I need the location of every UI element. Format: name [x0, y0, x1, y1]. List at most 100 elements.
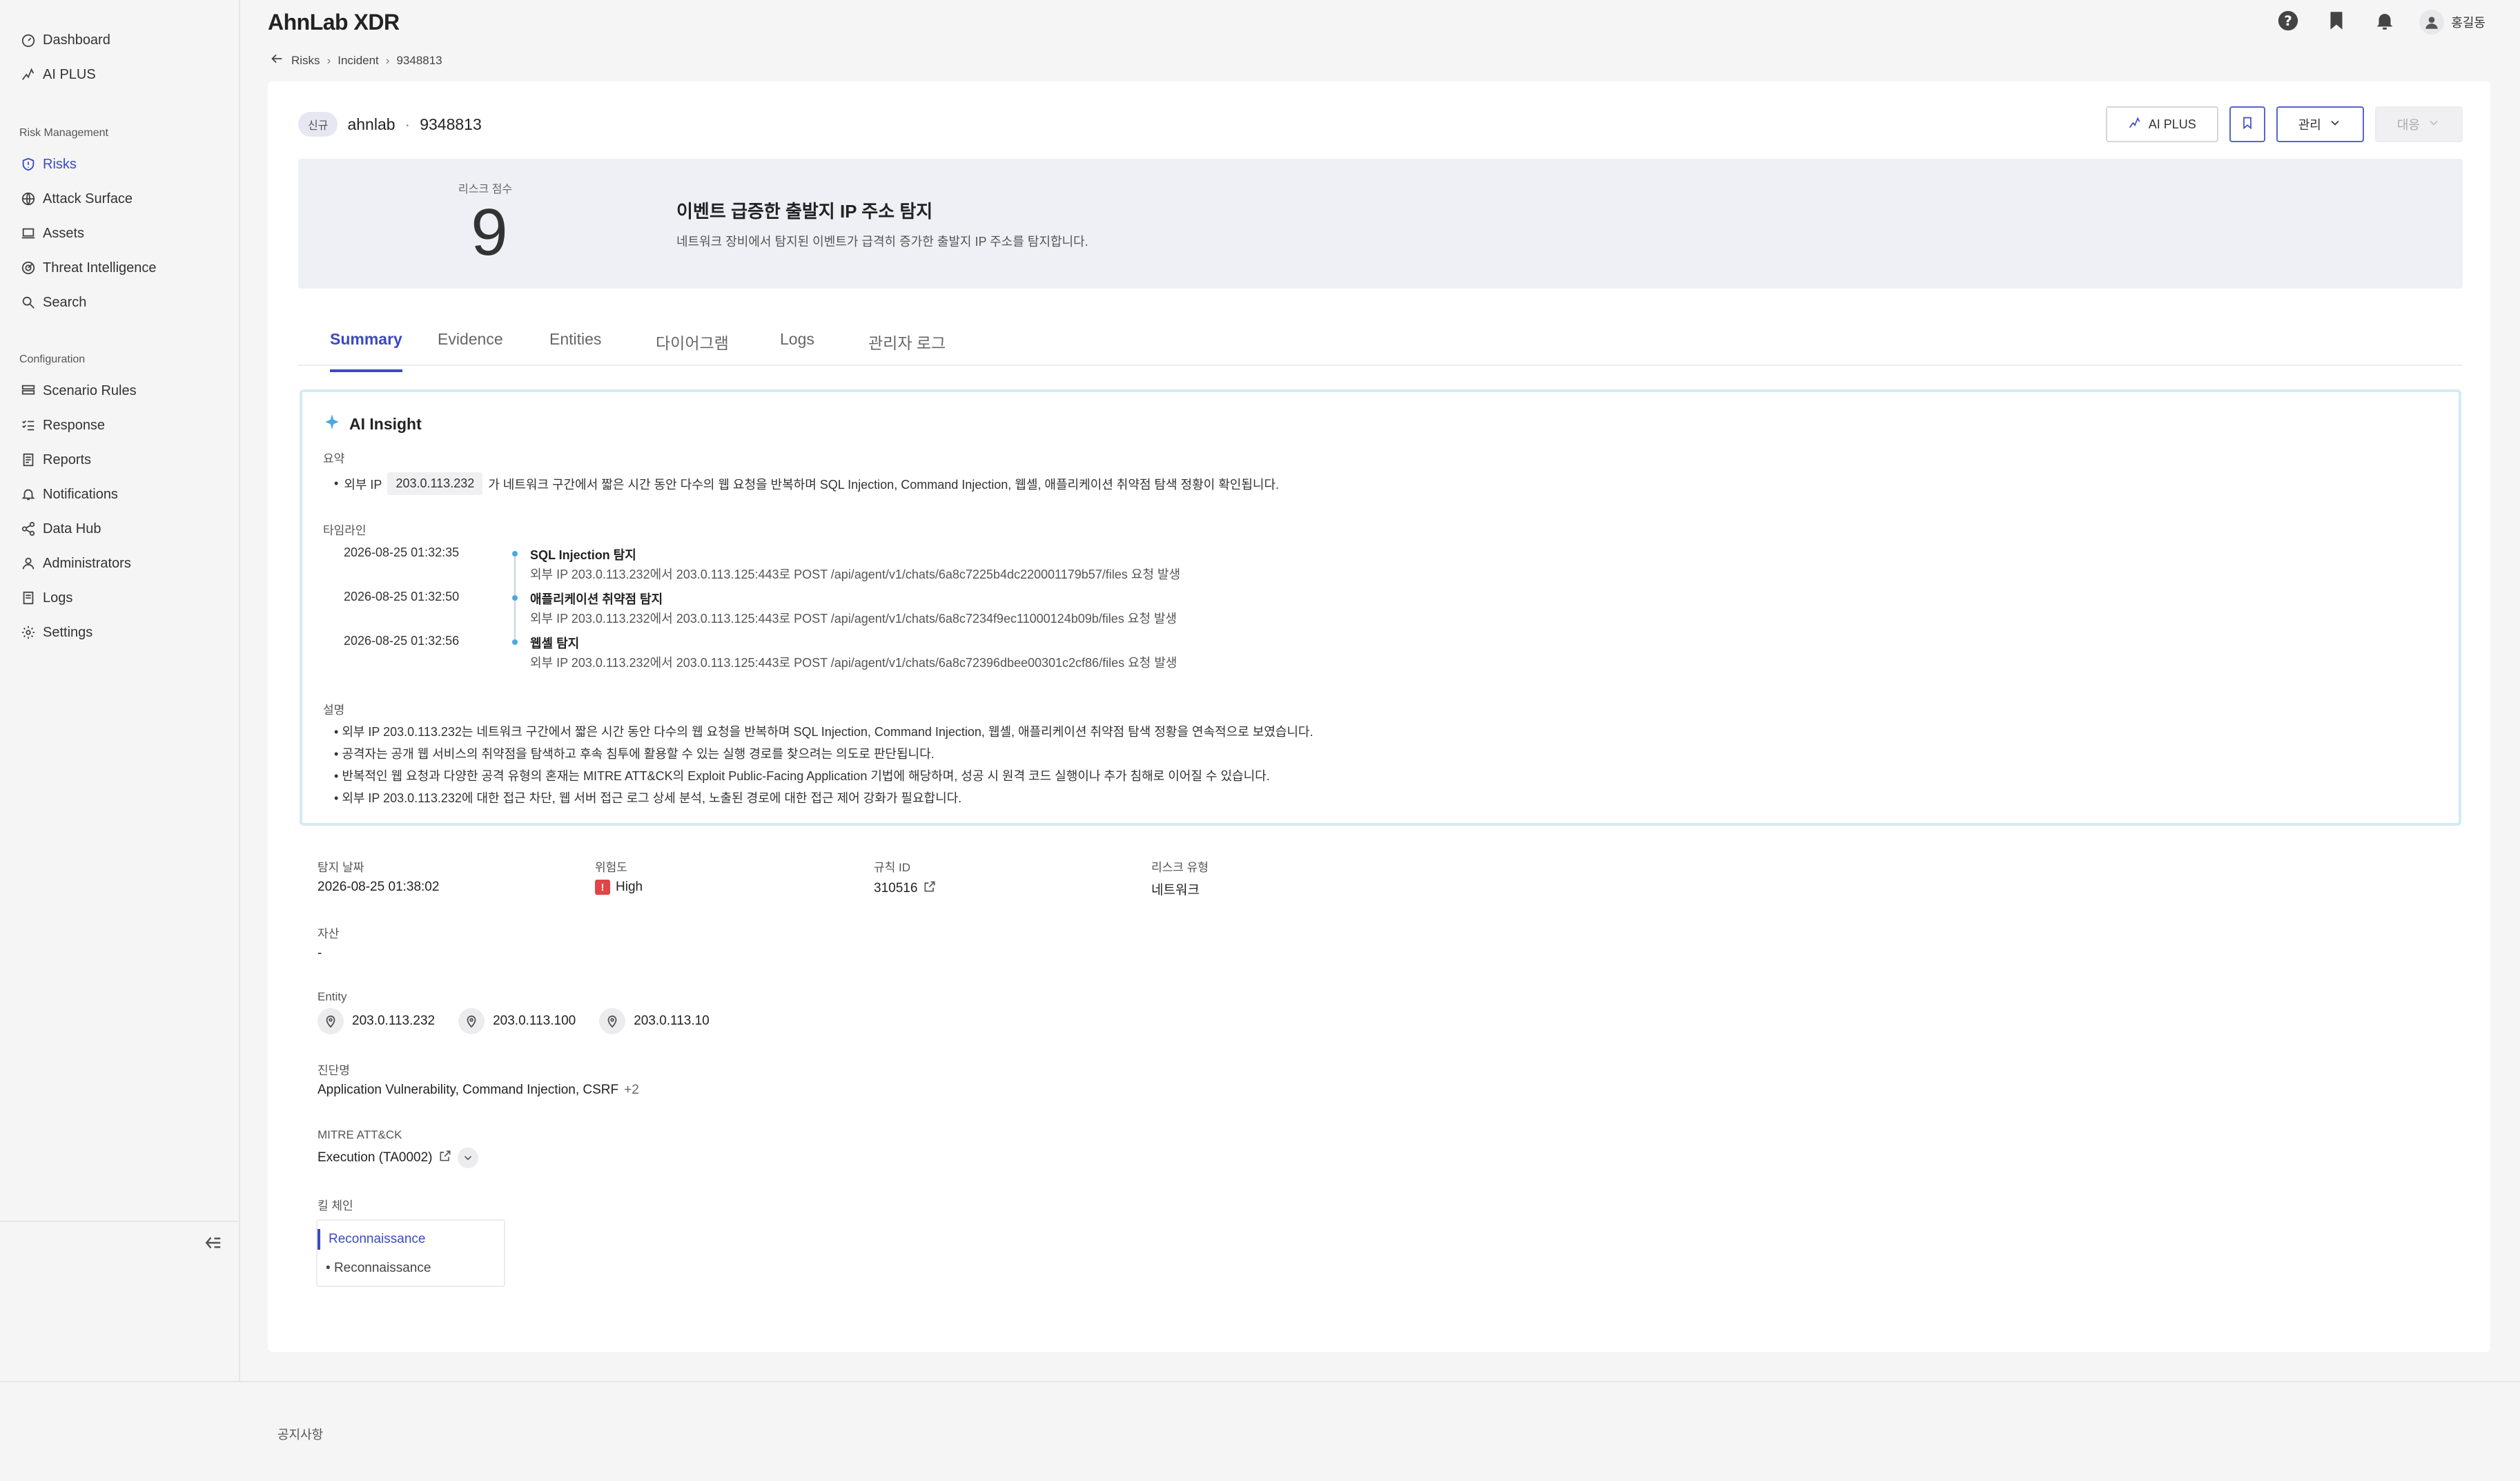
diagnosis-value: Application Vulnerability, Command Injec… — [318, 1083, 639, 1098]
breadcrumb: Risks › Incident › 9348813 — [269, 51, 442, 70]
sidebar-item-assets[interactable]: Assets — [19, 220, 84, 247]
header-actions: ? 홍길동 — [2274, 8, 2485, 36]
kill-chain-active[interactable]: Reconnaissance — [318, 1229, 425, 1250]
notice-link[interactable]: 공지사항 — [277, 1425, 323, 1443]
tab-admin-logs[interactable]: 관리자 로그 — [868, 330, 946, 374]
sidebar-item-response[interactable]: Response — [19, 412, 105, 439]
mitre-label: MITRE ATT&CK — [318, 1128, 402, 1141]
laptop-icon — [19, 224, 37, 242]
tab-summary[interactable]: Summary — [330, 330, 402, 372]
collapse-sidebar-button[interactable] — [200, 1232, 225, 1257]
timeline-title: SQL Injection 탐지 — [530, 548, 636, 562]
location-pin-icon — [599, 1008, 626, 1034]
sparkle-icon — [323, 413, 341, 435]
sidebar-item-settings[interactable]: Settings — [19, 619, 92, 646]
gauge-icon — [19, 31, 37, 49]
sidebar-divider — [0, 1221, 239, 1222]
back-button[interactable] — [269, 51, 284, 70]
tab-diagram[interactable]: 다이어그램 — [656, 330, 729, 374]
explanation-label: 설명 — [323, 704, 345, 717]
more-count[interactable]: +2 — [624, 1083, 639, 1098]
risk-title: 이벤트 급증한 출발지 IP 주소 탐지 — [676, 201, 933, 222]
sidebar-item-scenario-rules[interactable]: Scenario Rules — [19, 377, 137, 405]
ip-chip[interactable]: 203.0.113.232 — [387, 472, 483, 495]
sidebar-item-search[interactable]: Search — [19, 289, 86, 316]
mitre-value: Execution (TA0002) — [318, 1148, 478, 1168]
risk-score-label: 리스크 점수 — [458, 184, 513, 195]
checklist-icon — [19, 416, 37, 434]
chevron-right-icon: › — [326, 53, 331, 67]
user-icon — [19, 554, 37, 572]
stack-icon — [19, 382, 37, 400]
avatar — [2419, 10, 2445, 35]
incident-header: 신규 ahnlab · 9348813 — [298, 112, 482, 137]
timeline-time: 2026-08-25 01:32:50 — [344, 590, 460, 603]
expand-button[interactable] — [457, 1148, 478, 1168]
bullet: • — [334, 476, 339, 490]
footer-divider — [0, 1381, 2520, 1382]
help-icon: ? — [2276, 9, 2300, 36]
sidebar-item-dashboard[interactable]: Dashboard — [19, 26, 110, 54]
timeline-detail: 외부 IP 203.0.113.232에서 203.0.113.125:443로… — [530, 612, 1177, 626]
rule-id-label: 규칙 ID — [874, 861, 911, 874]
user-menu[interactable]: 홍길동 — [2419, 10, 2485, 35]
ai-insight-title: AI Insight — [323, 413, 422, 435]
shield-icon — [19, 155, 37, 173]
incident-actions: AI PLUS 관리 대응 — [2105, 106, 2463, 142]
sidebar-item-notifications[interactable]: Notifications — [19, 481, 118, 508]
chevron-down-icon — [2328, 116, 2342, 133]
sparkle-icon — [19, 66, 37, 84]
sidebar-item-administrators[interactable]: Administrators — [19, 550, 131, 577]
bookmark-icon — [2325, 9, 2348, 36]
bookmark-button[interactable] — [2323, 8, 2350, 36]
external-link-icon[interactable] — [923, 880, 937, 898]
ai-plus-button[interactable]: AI PLUS — [2105, 106, 2218, 142]
breadcrumb-incident[interactable]: Incident — [338, 54, 379, 68]
rule-id-value[interactable]: 310516 — [874, 880, 937, 898]
tab-logs[interactable]: Logs — [780, 330, 814, 369]
help-button[interactable]: ? — [2274, 8, 2302, 36]
timeline-detail: 외부 IP 203.0.113.232에서 203.0.113.125:443로… — [530, 568, 1181, 581]
sidebar-item-logs[interactable]: Logs — [19, 584, 72, 612]
tab-evidence[interactable]: Evidence — [438, 330, 503, 369]
globe-icon — [19, 190, 37, 208]
entity-chip[interactable]: 203.0.113.10 — [599, 1008, 710, 1034]
entity-list: 203.0.113.232 203.0.113.100 203.0.113.10 — [318, 1008, 727, 1034]
status-badge: 신규 — [298, 112, 338, 137]
timeline-title: 애플리케이션 취약점 탐지 — [530, 592, 663, 606]
manage-dropdown[interactable]: 관리 — [2276, 106, 2364, 142]
severity-value: ! High — [595, 880, 643, 895]
incident-card: 신규 ahnlab · 9348813 AI PLUS 관리 대응 리스크 점수… — [268, 81, 2490, 1352]
tab-entities[interactable]: Entities — [549, 330, 601, 369]
asset-value: - — [318, 946, 322, 960]
entity-chip[interactable]: 203.0.113.232 — [318, 1008, 435, 1034]
tab-bar: Summary Evidence Entities 다이어그램 Logs 관리자… — [298, 316, 2463, 372]
app-title[interactable]: AhnLab XDR — [268, 10, 400, 35]
sidebar-item-threat-intelligence[interactable]: Threat Intelligence — [19, 254, 157, 282]
chevron-down-icon — [464, 1156, 471, 1161]
timeline-time: 2026-08-25 01:32:56 — [344, 634, 460, 648]
detect-date-value: 2026-08-25 01:38:02 — [318, 880, 440, 894]
entity-chip[interactable]: 203.0.113.100 — [458, 1008, 576, 1034]
risk-score: 9 — [471, 195, 508, 269]
bookmark-incident-button[interactable] — [2229, 106, 2265, 142]
report-icon — [19, 451, 37, 469]
severity-label: 위험도 — [595, 861, 627, 874]
tenant-name: ahnlab — [347, 115, 395, 133]
summary-text: • 외부 IP 203.0.113.232 가 네트워크 구간에서 짧은 시간 … — [334, 472, 1279, 495]
sidebar-item-reports[interactable]: Reports — [19, 446, 91, 474]
external-link-icon[interactable] — [438, 1149, 452, 1167]
timeline-connector — [514, 556, 516, 595]
notification-button[interactable] — [2371, 8, 2399, 36]
risk-type-value: 네트워크 — [1151, 883, 1200, 898]
incident-id: 9348813 — [420, 115, 482, 133]
breadcrumb-current: 9348813 — [396, 53, 442, 67]
sidebar-item-data-hub[interactable]: Data Hub — [19, 515, 101, 543]
sidebar-item-risks[interactable]: Risks — [19, 151, 77, 178]
summary-label: 요약 — [323, 452, 345, 465]
risk-type-label: 리스크 유형 — [1151, 861, 1209, 874]
sidebar-item-ai-plus[interactable]: AI PLUS — [19, 61, 96, 88]
breadcrumb-risks[interactable]: Risks — [291, 54, 320, 68]
respond-dropdown[interactable]: 대응 — [2374, 106, 2463, 142]
sidebar-item-attack-surface[interactable]: Attack Surface — [19, 185, 133, 213]
